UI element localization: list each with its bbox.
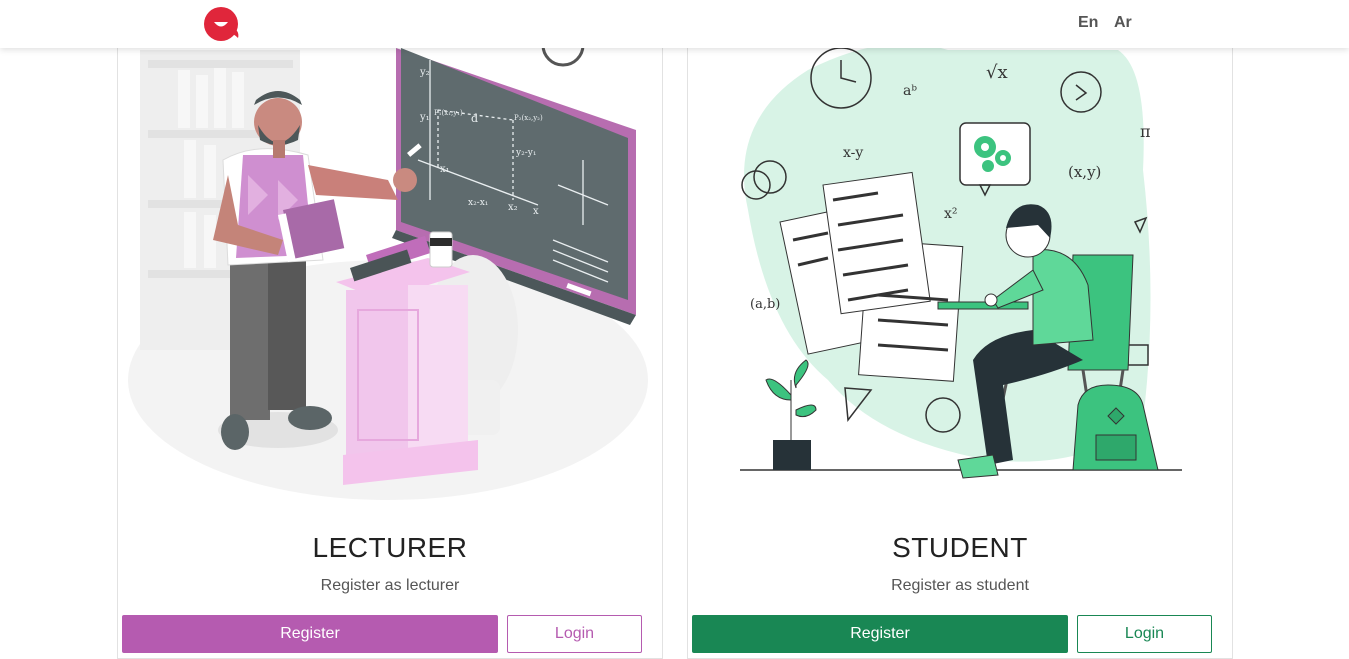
brand-logo-icon[interactable] xyxy=(202,5,242,43)
lecturer-illustration: y₂ y₁ d x₁ x₂ x P₁(x₁,y₁) P₂(x₂,y₂) y₂-y… xyxy=(128,23,648,500)
board-text-x2x1: x₂-x₁ xyxy=(468,198,488,208)
language-ar-link[interactable]: Ar xyxy=(1114,14,1132,32)
student-card: aᵇ √x x-y π (x,y) x² (a,b) STUDENT Regis… xyxy=(687,0,1233,659)
student-subtitle: Register as student xyxy=(891,577,1029,594)
board-text-y1: y₁ xyxy=(419,112,430,123)
doodle-x-minus-y: x-y xyxy=(843,145,863,161)
doodle-x-squared: x² xyxy=(944,206,958,222)
doodle-ab: (a,b) xyxy=(750,297,780,312)
lecturer-subtitle: Register as lecturer xyxy=(320,577,460,594)
board-text-y2: y₂ xyxy=(419,67,430,78)
student-title: STUDENT xyxy=(892,532,1028,563)
doodle-xy: (x,y) xyxy=(1068,163,1101,181)
lecturer-title: LECTURER xyxy=(312,532,468,563)
student-register-button[interactable]: Register xyxy=(692,615,1068,653)
board-text-x1: x₁ xyxy=(440,164,450,175)
board-text-p1: P₁(x₁,y₁) xyxy=(434,109,463,117)
lecturer-login-button[interactable]: Login xyxy=(507,615,642,653)
student-login-button[interactable]: Login xyxy=(1077,615,1212,653)
board-text-p2: P₂(x₂,y₂) xyxy=(514,114,543,122)
lecturer-register-button[interactable]: Register xyxy=(122,615,498,653)
doodle-pi: π xyxy=(1140,122,1151,141)
top-navbar: En Ar xyxy=(0,0,1349,48)
board-text-d: d xyxy=(471,112,478,125)
lecturer-card: y₂ y₁ d x₁ x₂ x P₁(x₁,y₁) P₂(x₂,y₂) y₂-y… xyxy=(117,0,663,659)
lectern xyxy=(336,231,478,485)
doodle-a-power-b: aᵇ xyxy=(903,83,917,99)
potted-plant xyxy=(765,359,817,470)
language-en-link[interactable]: En xyxy=(1078,14,1098,32)
board-text-x: x xyxy=(533,206,539,217)
board-text-y2y1: y₂-y₁ xyxy=(515,148,536,158)
board-text-x2: x₂ xyxy=(508,202,518,213)
doodle-sqrt-x: √x xyxy=(986,62,1008,83)
student-illustration: aᵇ √x x-y π (x,y) x² (a,b) xyxy=(740,43,1182,479)
